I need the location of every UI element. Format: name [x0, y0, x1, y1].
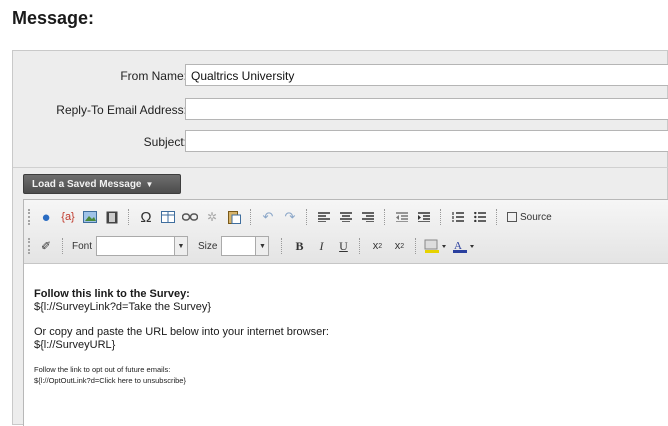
toolbar-separator [359, 238, 361, 254]
numbered-list-icon[interactable] [448, 207, 468, 227]
undo-icon[interactable]: ↶ [258, 207, 278, 227]
source-icon [507, 212, 517, 222]
italic-icon[interactable]: I [311, 236, 331, 256]
font-select[interactable]: ▼ [96, 236, 189, 256]
align-left-icon[interactable] [314, 207, 334, 227]
image-icon[interactable] [80, 207, 100, 227]
survey-link-heading: Follow this link to the Survey: [34, 288, 190, 300]
survey-url-code: ${l://SurveyURL} [34, 339, 116, 351]
toolbar-row-2: ✐ Font ▼ Size ▼ B I U x2 x2 A [28, 235, 479, 257]
source-label: Source [520, 211, 552, 223]
highlight-color-icon[interactable] [423, 236, 449, 256]
align-right-icon[interactable] [358, 207, 378, 227]
reply-to-label: Reply-To Email Address: [56, 103, 187, 117]
opt-out-text: Follow the link to opt out of future ema… [34, 365, 171, 374]
toolbar-separator [415, 238, 417, 254]
opt-out-code: ${l://OptOutLink?d=Click here to unsubsc… [34, 376, 186, 385]
rich-text-editor: ● {a} Ω ✲ ↶ ↷ Source ✐ Font ▼ Size ▼ B I… [23, 199, 668, 426]
survey-link-code: ${l://SurveyLink?d=Take the Survey} [34, 301, 212, 313]
superscript-icon[interactable]: x2 [389, 236, 409, 256]
toolbar-separator [128, 209, 130, 225]
size-label: Size [198, 240, 218, 252]
from-name-field[interactable]: Qualtrics University [185, 64, 668, 86]
toolbar-separator [496, 209, 498, 225]
outdent-icon[interactable] [392, 207, 412, 227]
toolbar-separator [306, 209, 308, 225]
table-icon[interactable] [158, 207, 178, 227]
message-panel: From Name: Qualtrics University Reply-To… [12, 50, 668, 426]
load-saved-message-button[interactable]: Load a Saved Message ▼ [23, 174, 181, 194]
toolbar-separator [440, 209, 442, 225]
source-button[interactable]: Source [504, 207, 555, 227]
from-name-label: From Name: [120, 69, 187, 83]
editor-toolbar: ● {a} Ω ✲ ↶ ↷ Source ✐ Font ▼ Size ▼ B I… [24, 200, 668, 264]
paste-icon[interactable] [224, 207, 244, 227]
subject-row: Subject: [13, 130, 668, 154]
chevron-down-icon: ▼ [174, 237, 188, 255]
toolbar-separator [250, 209, 252, 225]
omega-icon[interactable]: Ω [136, 207, 156, 227]
reply-to-row: Reply-To Email Address: [13, 98, 668, 122]
indent-icon[interactable] [414, 207, 434, 227]
link-icon[interactable] [180, 207, 200, 227]
font-label: Font [72, 240, 93, 252]
underline-icon[interactable]: U [333, 236, 353, 256]
toolbar-grip [28, 209, 33, 225]
subscript-icon[interactable]: x2 [367, 236, 387, 256]
unlink-icon[interactable]: ✲ [202, 207, 222, 227]
chevron-down-icon: ▼ [255, 237, 269, 255]
text-color-icon[interactable]: A [451, 236, 477, 256]
bullet-list-icon[interactable] [470, 207, 490, 227]
toolbar-grip [28, 238, 33, 254]
eraser-icon[interactable]: ✐ [36, 236, 56, 256]
reply-to-field[interactable] [185, 98, 668, 120]
piped-text-icon[interactable]: {a} [58, 207, 78, 227]
toolbar-separator [384, 209, 386, 225]
page-title: Message: [12, 8, 95, 28]
editor-content[interactable]: Follow this link to the Survey: ${l://Su… [34, 288, 654, 386]
load-saved-message-label: Load a Saved Message [32, 179, 142, 190]
subject-field[interactable] [185, 130, 668, 152]
align-center-icon[interactable] [336, 207, 356, 227]
redo-icon[interactable]: ↷ [280, 207, 300, 227]
bold-icon[interactable]: B [289, 236, 309, 256]
toolbar-row-1: ● {a} Ω ✲ ↶ ↷ Source [28, 206, 555, 228]
size-select[interactable]: ▼ [221, 236, 270, 256]
toolbar-separator [281, 238, 283, 254]
from-name-row: From Name: Qualtrics University [13, 64, 668, 88]
chevron-down-icon: ▼ [145, 180, 154, 189]
divider [13, 167, 668, 168]
copy-url-text: Or copy and paste the URL below into you… [34, 326, 329, 338]
toolbar-separator [62, 238, 64, 254]
globe-icon[interactable]: ● [36, 207, 56, 227]
film-icon[interactable] [102, 207, 122, 227]
subject-label: Subject: [143, 135, 187, 149]
